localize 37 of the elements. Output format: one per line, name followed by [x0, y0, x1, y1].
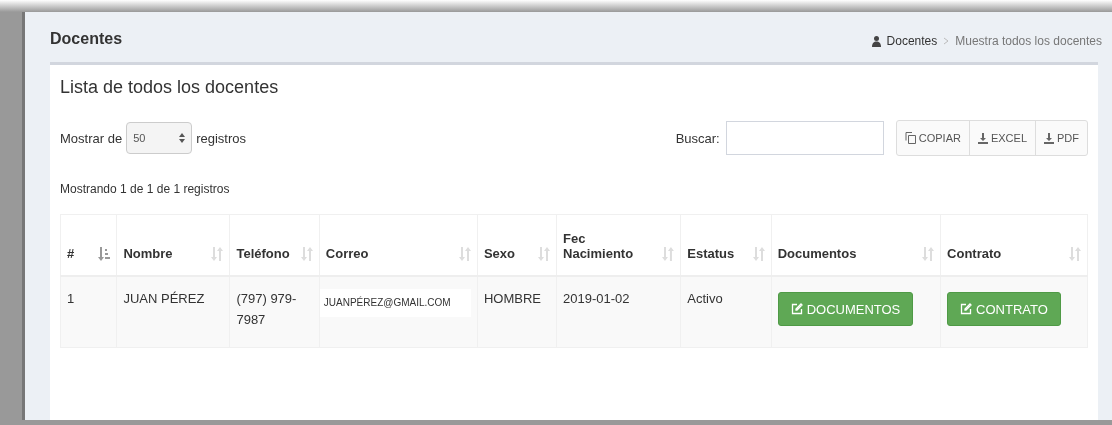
download-icon [977, 132, 988, 144]
table-cell: 2019-01-02 [563, 291, 630, 306]
copy-icon [904, 132, 916, 144]
search-field[interactable] [725, 121, 884, 155]
sort-icon [211, 247, 224, 261]
breadcrumb-link[interactable]: Docentes [886, 34, 938, 48]
sort-icon [922, 247, 935, 261]
table-cell: Activo [687, 291, 723, 306]
page-size-select[interactable]: 50 [126, 122, 193, 154]
sort-icon [300, 247, 313, 261]
user-icon [871, 35, 881, 47]
export-button[interactable]: PDF [1035, 121, 1087, 155]
length-label: Mostrar de [60, 130, 123, 146]
page-title: Docentes [50, 30, 123, 48]
table-cell: JUANPÉREZ@GMAIL.COM [319, 289, 471, 317]
sort-icon [1069, 247, 1081, 261]
download-icon [1044, 132, 1054, 144]
box-title: Lista de todos los docentes [60, 77, 280, 98]
breadcrumb-link[interactable]: Muestra todos los docentes [955, 34, 1102, 48]
edit-icon [960, 303, 973, 315]
chevron-icon [943, 37, 950, 45]
table-cell: JUAN PÉREZ [123, 291, 205, 306]
table-cell: 1 [67, 291, 75, 306]
table-cell: (797) 979-7987 [236, 291, 297, 327]
sort-icon [752, 247, 765, 261]
length-label: registros [196, 130, 246, 146]
table-info: Mostrando 1 de 1 de 1 registros [60, 182, 231, 196]
sort-icon [458, 247, 471, 261]
sort-icon [662, 247, 675, 261]
updown-icon [179, 133, 186, 143]
copy-button[interactable]: COPIAR [896, 121, 969, 155]
sort-ascending-icon [98, 247, 111, 261]
table-cell: HOMBRE [483, 291, 541, 306]
export-button[interactable]: EXCEL [968, 121, 1035, 155]
edit-icon [790, 303, 803, 315]
sort-icon [538, 247, 550, 261]
search-label: Buscar: [675, 130, 720, 146]
